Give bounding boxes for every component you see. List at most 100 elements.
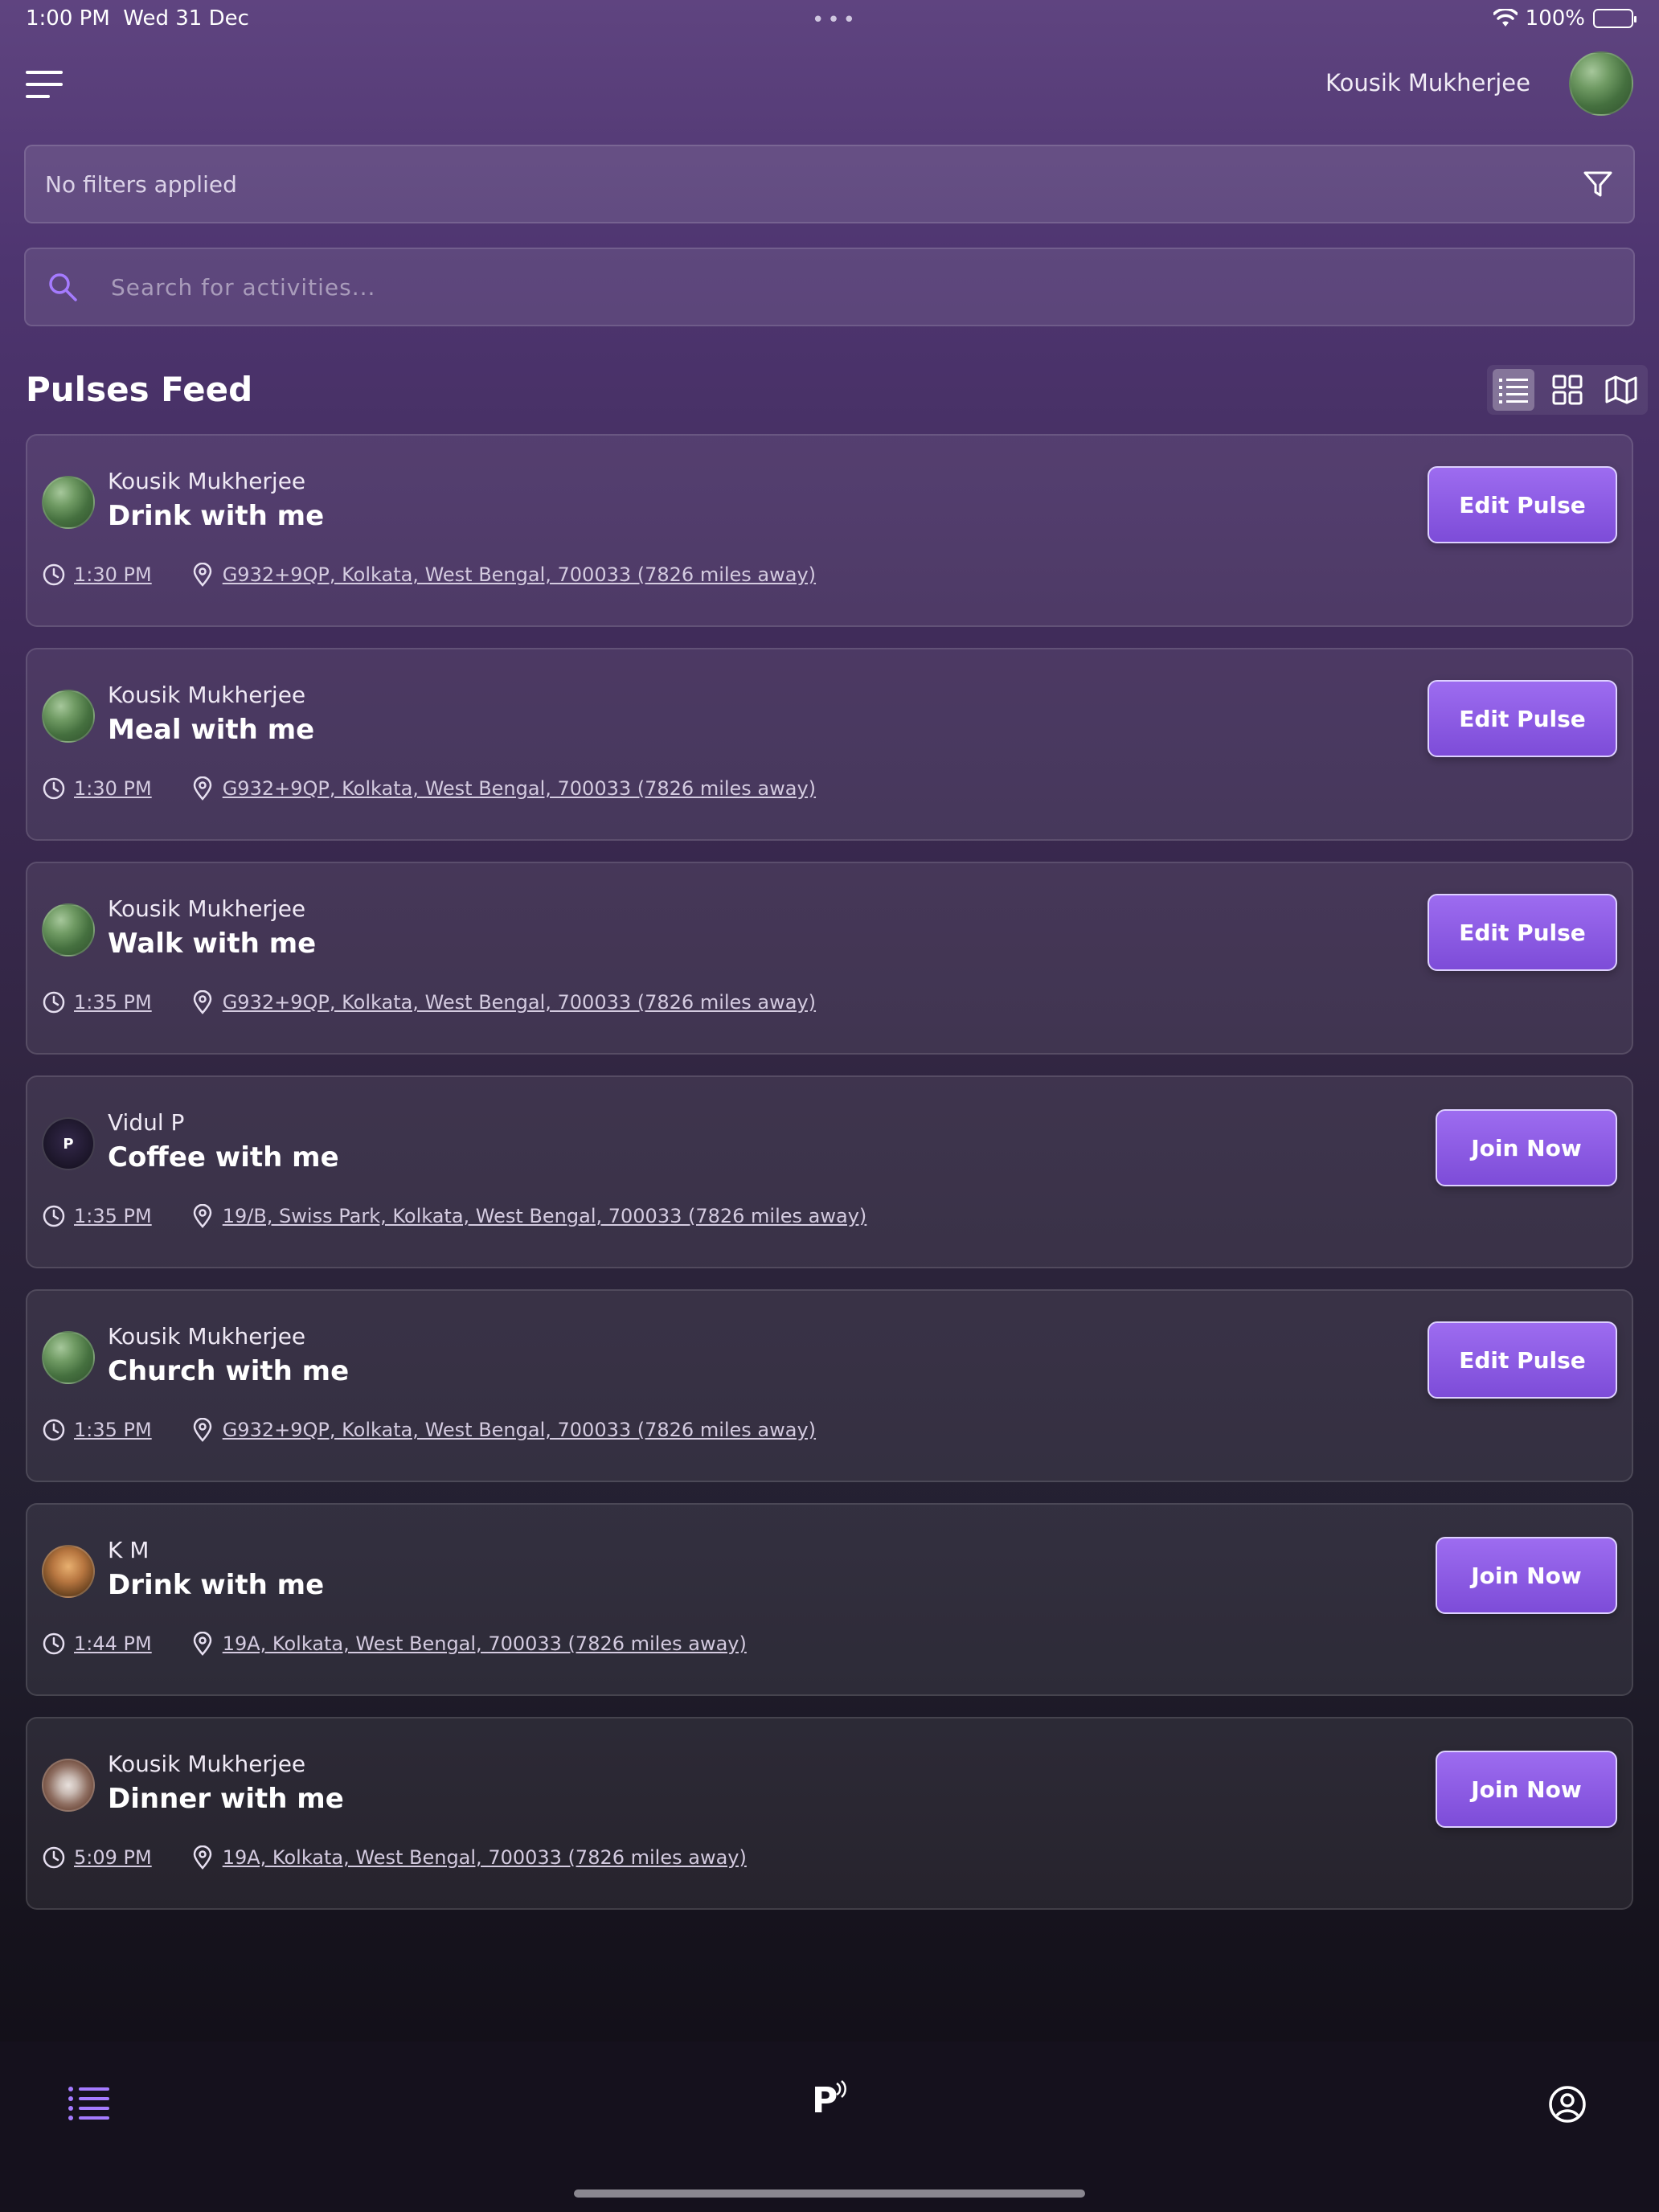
card-time-link[interactable]: 1:44 PM — [74, 1632, 152, 1655]
card-meta: 1:35 PM G932+9QP, Kolkata, West Bengal, … — [42, 1418, 816, 1442]
card-title: Church with me — [108, 1355, 350, 1387]
card-meta: 1:35 PM G932+9QP, Kolkata, West Bengal, … — [42, 990, 816, 1014]
pulse-card[interactable]: K M Drink with me 1:44 PM 19A, Kolkata, … — [26, 1503, 1633, 1696]
location-pin-icon — [193, 563, 211, 587]
edit-pulse-button[interactable]: Edit Pulse — [1428, 1321, 1617, 1399]
card-user-name: Kousik Mukherjee — [108, 682, 306, 708]
clock-icon — [43, 1846, 65, 1869]
location-pin-icon — [193, 1418, 211, 1442]
clock-icon — [43, 991, 65, 1014]
header-avatar[interactable] — [1569, 51, 1633, 116]
card-location-link[interactable]: G932+9QP, Kolkata, West Bengal, 700033 (… — [223, 777, 816, 800]
card-location-link[interactable]: 19/B, Swiss Park, Kolkata, West Bengal, … — [223, 1205, 867, 1227]
status-right: 100% — [1493, 6, 1636, 31]
card-location-link[interactable]: G932+9QP, Kolkata, West Bengal, 700033 (… — [223, 563, 816, 586]
profile-icon[interactable] — [1548, 2085, 1587, 2124]
pulses-feed-list: Kousik Mukherjee Drink with me 1:30 PM G… — [26, 434, 1633, 1931]
grid-view-icon — [1552, 375, 1583, 405]
location-pin-icon — [193, 990, 211, 1014]
map-view-icon — [1605, 375, 1637, 404]
clock-icon — [43, 1205, 65, 1227]
bottom-nav: P — [0, 2042, 1659, 2212]
card-meta: 1:30 PM G932+9QP, Kolkata, West Bengal, … — [42, 776, 816, 801]
card-location-link[interactable]: 19A, Kolkata, West Bengal, 700033 (7826 … — [223, 1632, 747, 1655]
status-time: 1:00 PM Wed 31 Dec — [26, 6, 249, 31]
page-title: Pulses Feed — [26, 370, 253, 409]
filter-bar[interactable]: No filters applied — [24, 145, 1635, 223]
signal-waves-icon — [836, 2080, 846, 2098]
hamburger-menu-icon[interactable] — [26, 71, 63, 98]
grid-view-button[interactable] — [1546, 369, 1588, 411]
card-time-link[interactable]: 1:30 PM — [74, 777, 152, 800]
card-user-name: Vidul P — [108, 1109, 185, 1136]
card-avatar — [42, 1331, 95, 1384]
edit-pulse-button[interactable]: Edit Pulse — [1428, 466, 1617, 543]
edit-pulse-button[interactable]: Edit Pulse — [1428, 894, 1617, 971]
view-mode-toggle — [1487, 365, 1648, 415]
multitasking-dots-icon[interactable]: ••• — [812, 8, 858, 32]
card-user-name: K M — [108, 1537, 150, 1563]
location-pin-icon — [193, 1845, 211, 1870]
home-indicator[interactable] — [574, 2189, 1085, 2198]
card-user-name: Kousik Mukherjee — [108, 895, 306, 922]
status-date: Wed 31 Dec — [123, 6, 249, 31]
location-pin-icon — [193, 1632, 211, 1656]
card-time-link[interactable]: 1:35 PM — [74, 1419, 152, 1441]
card-avatar — [42, 1545, 95, 1598]
clock-icon — [43, 777, 65, 800]
card-avatar — [42, 903, 95, 956]
list-view-icon — [1499, 379, 1529, 403]
card-user-name: Kousik Mukherjee — [108, 1751, 306, 1777]
battery-percent: 100% — [1525, 6, 1585, 31]
card-avatar — [42, 690, 95, 743]
card-time-link[interactable]: 1:35 PM — [74, 991, 152, 1014]
card-title: Drink with me — [108, 500, 325, 532]
card-meta: 1:35 PM 19/B, Swiss Park, Kolkata, West … — [42, 1204, 866, 1228]
card-title: Dinner with me — [108, 1783, 344, 1815]
pulse-card[interactable]: Kousik Mukherjee Meal with me 1:30 PM G9… — [26, 648, 1633, 841]
search-bar[interactable] — [24, 248, 1635, 326]
card-user-name: Kousik Mukherjee — [108, 1323, 306, 1350]
wifi-icon — [1493, 9, 1518, 27]
location-pin-icon — [193, 776, 211, 801]
card-location-link[interactable]: G932+9QP, Kolkata, West Bengal, 700033 (… — [223, 1419, 816, 1441]
card-avatar — [42, 476, 95, 529]
clock-icon — [43, 563, 65, 586]
join-now-button[interactable]: Join Now — [1436, 1751, 1617, 1828]
pulse-card[interactable]: Kousik Mukherjee Drink with me 1:30 PM G… — [26, 434, 1633, 627]
card-avatar: P — [42, 1117, 95, 1170]
card-meta: 1:30 PM G932+9QP, Kolkata, West Bengal, … — [42, 563, 816, 587]
filter-icon[interactable] — [1582, 168, 1614, 200]
map-view-button[interactable] — [1600, 369, 1642, 411]
status-bar: 1:00 PM Wed 31 Dec ••• 100% — [0, 0, 1659, 39]
pulse-card[interactable]: Kousik Mukherjee Dinner with me 5:09 PM … — [26, 1717, 1633, 1910]
location-pin-icon — [193, 1204, 211, 1228]
join-now-button[interactable]: Join Now — [1436, 1109, 1617, 1186]
card-user-name: Kousik Mukherjee — [108, 468, 306, 494]
list-view-button[interactable] — [1493, 369, 1535, 411]
edit-pulse-button[interactable]: Edit Pulse — [1428, 680, 1617, 757]
search-input[interactable] — [111, 273, 1612, 301]
pulse-card[interactable]: Kousik Mukherjee Church with me 1:35 PM … — [26, 1289, 1633, 1482]
pulse-card[interactable]: P Vidul P Coffee with me 1:35 PM 19/B, S… — [26, 1075, 1633, 1268]
join-now-button[interactable]: Join Now — [1436, 1537, 1617, 1614]
card-title: Coffee with me — [108, 1141, 339, 1174]
card-title: Meal with me — [108, 714, 315, 746]
card-location-link[interactable]: 19A, Kolkata, West Bengal, 700033 (7826 … — [223, 1846, 747, 1869]
header-user-name[interactable]: Kousik Mukherjee — [1325, 69, 1530, 96]
feed-list-nav-icon[interactable] — [68, 2085, 111, 2120]
filter-status-text: No filters applied — [45, 170, 237, 198]
card-meta: 5:09 PM 19A, Kolkata, West Bengal, 70003… — [42, 1845, 747, 1870]
card-title: Walk with me — [108, 928, 317, 960]
battery-icon — [1593, 9, 1636, 28]
clock-icon — [43, 1632, 65, 1655]
search-icon — [49, 273, 77, 301]
card-title: Drink with me — [108, 1569, 325, 1601]
card-location-link[interactable]: G932+9QP, Kolkata, West Bengal, 700033 (… — [223, 991, 816, 1014]
card-time-link[interactable]: 1:35 PM — [74, 1205, 152, 1227]
card-time-link[interactable]: 5:09 PM — [74, 1846, 152, 1869]
clock-icon — [43, 1419, 65, 1441]
pulse-card[interactable]: Kousik Mukherjee Walk with me 1:35 PM G9… — [26, 862, 1633, 1055]
card-time-link[interactable]: 1:30 PM — [74, 563, 152, 586]
card-meta: 1:44 PM 19A, Kolkata, West Bengal, 70003… — [42, 1632, 747, 1656]
